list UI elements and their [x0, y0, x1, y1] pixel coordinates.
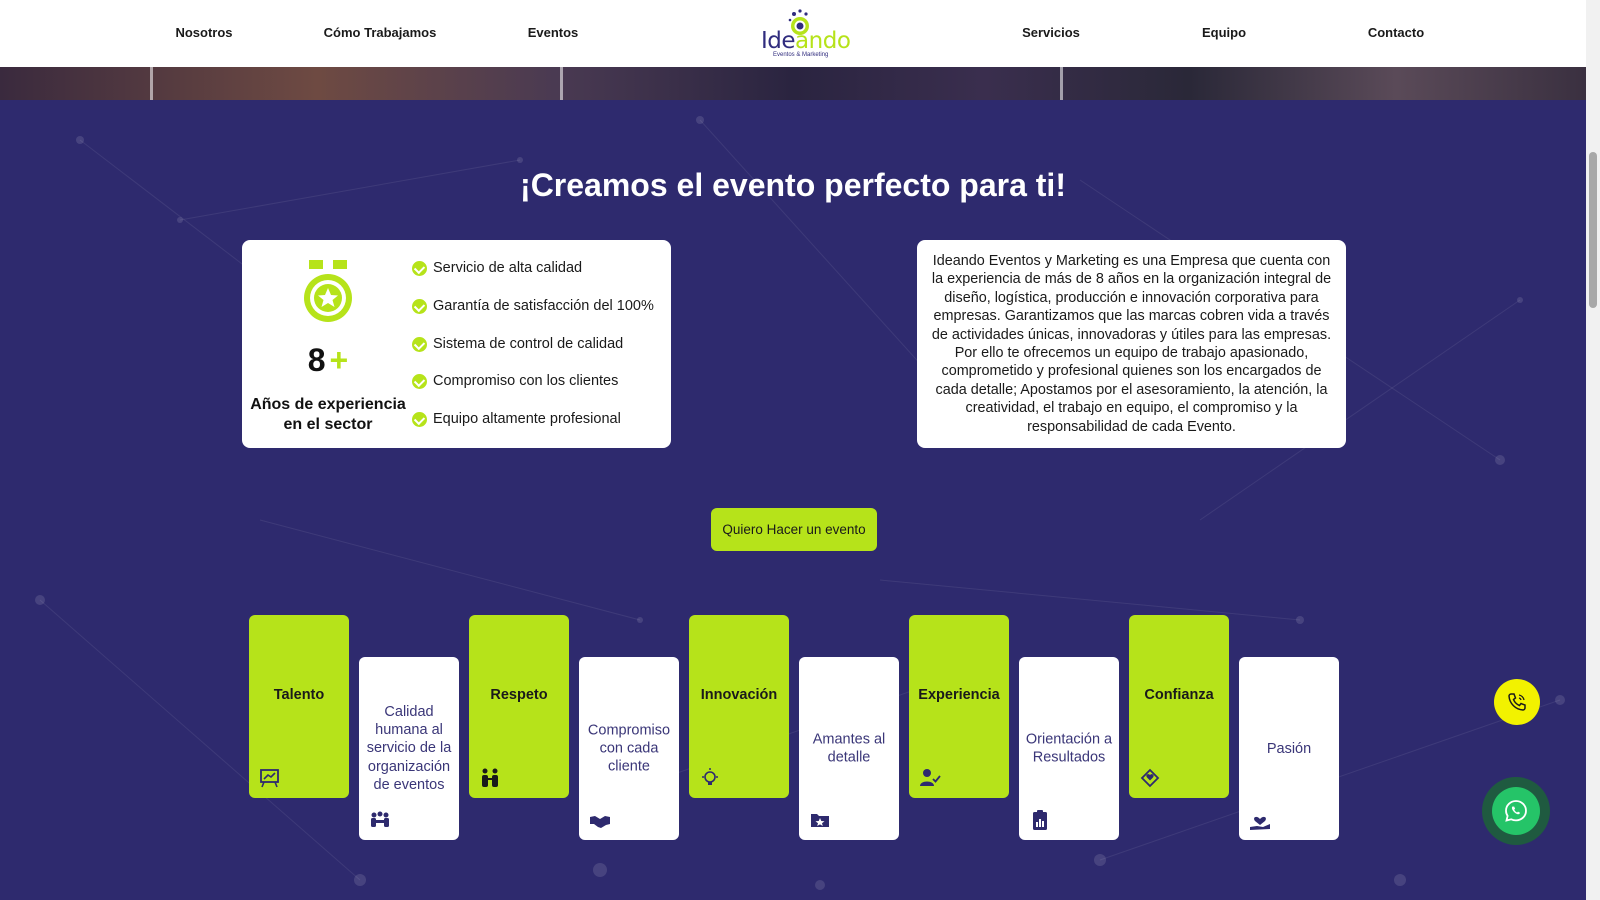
check-circle-icon	[412, 373, 427, 389]
nav-link-nosotros[interactable]: Nosotros	[175, 25, 232, 40]
value-card-amantes-detalle: Amantes al detalle	[799, 657, 899, 840]
top-navigation-bar: Nosotros Cómo Trabajamos Eventos Ideando…	[0, 0, 1586, 67]
value-card-confianza: Confianza	[1129, 615, 1229, 798]
whatsapp-icon	[1505, 800, 1527, 822]
call-button[interactable]	[1494, 679, 1540, 725]
whatsapp-button[interactable]	[1482, 777, 1550, 845]
value-card-talento: Talento	[249, 615, 349, 798]
hands-heart-icon	[1140, 768, 1160, 788]
about-section: ¡Creamos el evento perfecto para ti! 8 + …	[0, 100, 1586, 900]
value-card-orientacion-resultados: Orientación a Resultados	[1019, 657, 1119, 840]
star-folder-icon	[811, 814, 829, 827]
network-background-pattern	[35, 116, 1565, 890]
value-card-calidad-humana: Calidad humana al servicio de la organiz…	[359, 657, 459, 840]
years-label: Años de experiencia en el sector	[250, 396, 406, 433]
medal-icon	[304, 260, 352, 322]
nav-link-eventos[interactable]: Eventos	[528, 25, 579, 40]
clipboard-chart-icon	[1033, 810, 1047, 830]
check-circle-icon	[412, 298, 427, 314]
feature-item: Sistema de control de calidad	[412, 334, 623, 354]
logo-tagline: Eventos & Marketing	[773, 52, 829, 58]
request-event-button[interactable]: Quiero Hacer un evento	[711, 508, 877, 551]
feature-item: Compromiso con los clientes	[412, 371, 618, 391]
lightbulb-icon	[702, 768, 718, 785]
check-circle-icon	[412, 411, 427, 427]
logo-wordmark: Ideando	[761, 28, 851, 54]
feature-item: Servicio de alta calidad	[412, 258, 582, 278]
nav-link-equipo[interactable]: Equipo	[1202, 25, 1246, 40]
experience-card: 8 + Años de experiencia en el sector Serv…	[242, 240, 671, 448]
page-scrollbar[interactable]	[1586, 0, 1600, 900]
section-title: ¡Creamos el evento perfecto para ti!	[520, 167, 1066, 203]
feature-item: Equipo altamente profesional	[412, 409, 621, 429]
value-card-compromiso: Compromiso con cada cliente	[579, 657, 679, 840]
feature-item: Garantía de satisfacción del 100%	[412, 296, 654, 316]
heart-hand-icon	[1250, 816, 1270, 830]
check-circle-icon	[412, 336, 427, 352]
about-description: Ideando Eventos y Marketing es una Empre…	[931, 253, 1332, 435]
value-card-experiencia: Experiencia	[909, 615, 1009, 798]
nav-link-servicios[interactable]: Servicios	[1022, 25, 1080, 40]
people-icon	[482, 768, 498, 787]
value-card-respeto: Respeto	[469, 615, 569, 798]
light-beam	[1060, 67, 1063, 100]
presentation-icon	[260, 769, 279, 788]
nav-link-como-trabajamos[interactable]: Cómo Trabajamos	[324, 25, 437, 40]
scrollbar-thumb[interactable]	[1589, 152, 1597, 308]
check-circle-icon	[412, 260, 427, 276]
phone-icon	[1508, 693, 1526, 711]
hero-image-strip	[0, 67, 1586, 100]
nav-link-contacto[interactable]: Contacto	[1368, 25, 1424, 40]
team-meeting-icon	[371, 811, 389, 827]
value-card-innovacion: Innovación	[689, 615, 789, 798]
handshake-icon	[590, 816, 610, 828]
light-beam	[560, 67, 563, 100]
whatsapp-button-inner	[1492, 787, 1540, 835]
ideando-logo[interactable]: Ideando Eventos & Marketing	[755, 8, 851, 60]
light-beam	[150, 67, 153, 100]
value-card-pasion: Pasión	[1239, 657, 1339, 840]
about-card: Ideando Eventos y Marketing es una Empre…	[917, 240, 1346, 448]
years-number: 8 +	[307, 342, 349, 378]
user-check-icon	[920, 769, 941, 786]
